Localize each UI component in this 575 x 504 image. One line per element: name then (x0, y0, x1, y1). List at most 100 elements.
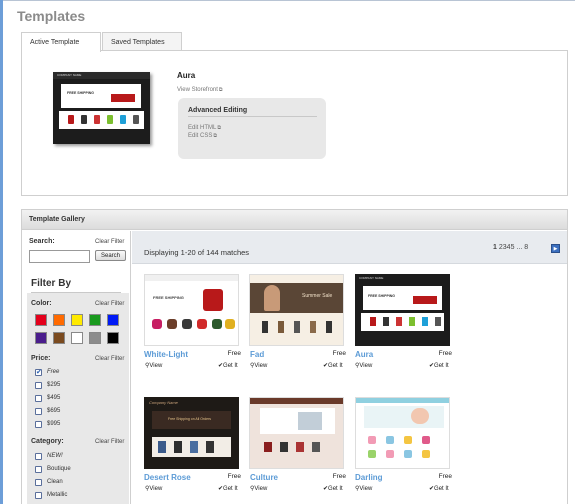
thumb-bag (212, 319, 222, 329)
template-name-darling[interactable]: Darling (355, 473, 383, 482)
view-button[interactable]: ⚲View (145, 362, 162, 369)
get-it-label: Get It (328, 486, 343, 492)
template-thumb-fad[interactable]: Summer Sale (249, 274, 344, 346)
category-metallic-label: Metallic (47, 492, 68, 498)
price-label: Price: (31, 355, 51, 362)
color-swatch-gray[interactable] (89, 332, 101, 344)
price-495-checkbox[interactable] (35, 395, 42, 402)
get-it-button[interactable]: ✔Get It (218, 362, 238, 369)
price-695-checkbox[interactable] (35, 408, 42, 415)
template-name-culture[interactable]: Culture (250, 473, 278, 482)
thumb-product (158, 441, 166, 453)
thumb-summer-sale: Summer Sale (302, 293, 333, 299)
color-clear-filter[interactable]: Clear Filter (95, 301, 124, 307)
category-new-checkbox[interactable] (35, 453, 42, 460)
next-page-button[interactable]: ▶ (551, 244, 560, 253)
color-swatch-purple[interactable] (35, 332, 47, 344)
template-price: Free (438, 473, 452, 480)
thumb-product (435, 317, 441, 326)
view-label: View (254, 486, 268, 492)
active-template-thumbnail[interactable]: COMPANY NAME FREE SHIPPING (53, 72, 150, 144)
check-icon: ✔ (36, 369, 42, 376)
page-current: 1 (493, 244, 497, 251)
template-thumb-culture[interactable] (249, 397, 344, 469)
external-link-icon: ⧉ (213, 133, 217, 139)
thumb-company-name: COMPANY NAME (359, 276, 384, 280)
thumb-product (278, 321, 284, 333)
color-swatch-yellow[interactable] (71, 314, 83, 326)
thumb-header (250, 398, 343, 404)
thumb-hero-product (203, 289, 223, 311)
price-495-label: $495 (47, 395, 61, 401)
external-link-icon: ⧉ (217, 125, 221, 131)
thumb-product (264, 442, 272, 452)
template-name-aura[interactable]: Aura (355, 350, 373, 359)
get-it-button[interactable]: ✔Get It (429, 362, 449, 369)
view-button[interactable]: ⚲View (250, 485, 267, 492)
color-swatch-orange[interactable] (53, 314, 65, 326)
thumb-product (280, 442, 288, 452)
get-it-button[interactable]: ✔Get It (323, 362, 343, 369)
get-it-button[interactable]: ✔Get It (323, 485, 343, 492)
price-995-checkbox[interactable] (35, 421, 42, 428)
get-it-label: Get It (223, 486, 238, 492)
view-label: View (359, 486, 373, 492)
price-clear-filter[interactable]: Clear Filter (95, 356, 124, 362)
template-thumb-aura[interactable]: COMPANY NAME FREE SHIPPING (355, 274, 450, 346)
view-button[interactable]: ⚲View (355, 362, 372, 369)
edit-css-link[interactable]: Edit CSS⧉ (188, 130, 217, 139)
color-swatch-white[interactable] (71, 332, 83, 344)
view-label: View (149, 486, 163, 492)
thumb-product (81, 115, 87, 124)
thumb-product (396, 317, 402, 326)
view-label: View (149, 363, 163, 369)
thumb-free-shipping: FREE SHIPPING (368, 294, 396, 298)
color-swatch-black[interactable] (107, 332, 119, 344)
page-link-last[interactable]: 8 (524, 244, 528, 251)
color-swatch-red[interactable] (35, 314, 47, 326)
template-thumb-desert-rose[interactable]: Company Name Free Shipping on All Orders (144, 397, 239, 469)
thumb-bag (225, 319, 235, 329)
page-link[interactable]: 5 (511, 244, 515, 251)
view-button[interactable]: ⚲View (250, 362, 267, 369)
divider (31, 292, 121, 293)
price-295-checkbox[interactable] (35, 382, 42, 389)
category-metallic-checkbox[interactable] (35, 492, 42, 499)
get-it-button[interactable]: ✔Get It (429, 485, 449, 492)
tab-saved-templates[interactable]: Saved Templates (102, 32, 182, 51)
thumb-bag (182, 319, 192, 329)
price-free-label: Free (47, 369, 60, 375)
get-it-button[interactable]: ✔Get It (218, 485, 238, 492)
search-input[interactable] (29, 250, 90, 263)
color-swatch-brown[interactable] (53, 332, 65, 344)
template-thumb-darling[interactable] (355, 397, 450, 469)
tab-active-template[interactable]: Active Template (21, 32, 101, 52)
view-button[interactable]: ⚲View (355, 485, 372, 492)
category-boutique-checkbox[interactable] (35, 466, 42, 473)
search-clear-filter[interactable]: Clear Filter (95, 239, 124, 245)
color-swatch-green[interactable] (89, 314, 101, 326)
thumb-bag (197, 319, 207, 329)
thumb-model (264, 285, 280, 311)
search-button[interactable]: Search (95, 250, 126, 261)
template-price: Free (332, 473, 346, 480)
advanced-editing-box: Advanced Editing Edit HTML⧉ Edit CSS⧉ (178, 98, 326, 159)
thumb-product (310, 321, 316, 333)
template-name-desert-rose[interactable]: Desert Rose (144, 473, 191, 482)
thumb-baby (411, 408, 429, 424)
category-clear-filter[interactable]: Clear Filter (95, 439, 124, 445)
thumb-product (404, 450, 412, 458)
price-free-checkbox[interactable]: ✔ (35, 369, 42, 376)
price-295-label: $295 (47, 382, 61, 388)
thumb-product (312, 442, 320, 452)
thumb-product (107, 115, 113, 124)
template-name-white-light[interactable]: White-Light (144, 350, 188, 359)
thumb-product (422, 317, 428, 326)
template-thumb-white-light[interactable]: FREE SHIPPING (144, 274, 239, 346)
color-swatch-blue[interactable] (107, 314, 119, 326)
view-storefront-link[interactable]: View Storefront⧉ (177, 84, 223, 93)
gallery-title: Template Gallery (22, 210, 567, 230)
category-clean-checkbox[interactable] (35, 479, 42, 486)
view-button[interactable]: ⚲View (145, 485, 162, 492)
template-name-fad[interactable]: Fad (250, 350, 264, 359)
